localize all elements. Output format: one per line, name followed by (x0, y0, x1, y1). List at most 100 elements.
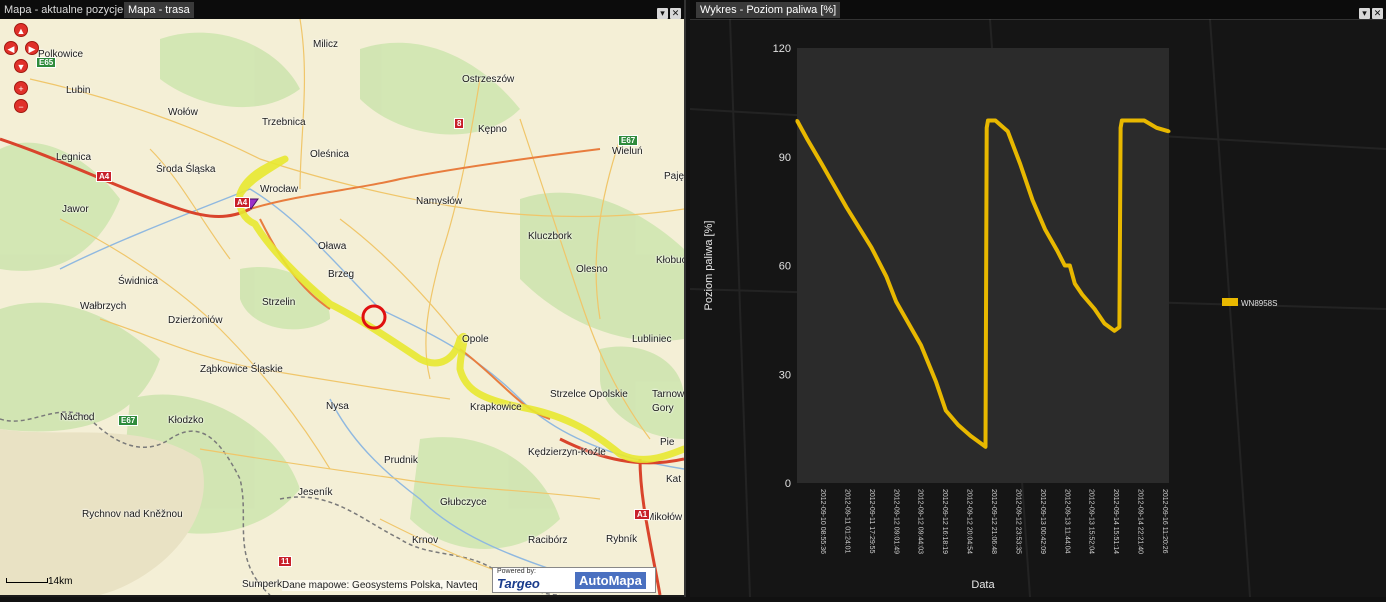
map-tabbar: Mapa - aktualne pozycje Mapa - trasa ▾ ✕ (0, 0, 684, 20)
city-label: Opole (462, 334, 489, 345)
data-point (986, 119, 990, 122)
minimize-icon[interactable]: ▾ (657, 8, 668, 19)
city-label: Dzierżoniów (168, 315, 223, 326)
city-label: Legnica (56, 152, 92, 163)
x-tick-label: 2012-09-11 01:24:01 (843, 489, 850, 554)
tab-current-positions[interactable]: Mapa - aktualne pozycje (0, 2, 127, 18)
city-label: Krnov (412, 535, 439, 546)
x-tick-label: 2012-09-12 09:44:03 (917, 489, 924, 554)
data-point (985, 126, 989, 130)
city-label: Wrocław (260, 184, 299, 195)
data-point (1112, 329, 1116, 333)
road-shield: E67 (618, 135, 639, 146)
chart-title-tab[interactable]: Wykres - Poziom paliwa [%] (696, 2, 841, 18)
y-tick-label: 120 (773, 43, 791, 55)
y-tick-label: 30 (779, 369, 791, 381)
city-label: Kłodzko (168, 415, 204, 426)
data-point (795, 119, 799, 122)
city-label: Racibórz (528, 535, 568, 546)
road-shield: A1 (634, 509, 651, 520)
road-shield: 8 (454, 118, 465, 129)
data-point (894, 300, 898, 304)
chart-panel: Wykres - Poziom paliwa [%] ▾ ✕ 0 30 60 90 120… (689, 0, 1386, 598)
zoom-out-button[interactable]: − (14, 99, 28, 113)
city-label: Oleśnica (310, 149, 349, 160)
data-point (884, 274, 888, 278)
map-brand-logo[interactable]: Powered by: Targeo AutoMapa (492, 567, 656, 593)
city-label: Namysłów (416, 196, 463, 207)
data-point (1119, 126, 1123, 130)
city-label: Prudnik (384, 455, 418, 466)
powered-by-label: Powered by: (497, 568, 536, 575)
y-tick-label: 90 (779, 152, 791, 164)
city-label: Brzeg (328, 269, 355, 280)
data-point (1130, 119, 1134, 122)
x-tick-label: 2012-09-12 09:01:49 (892, 489, 899, 554)
y-axis-title: Poziom paliwa [%] (703, 221, 715, 311)
legend-label: WN8958S (1241, 299, 1277, 308)
x-tick-label: 2012-09-12 16:18:19 (941, 489, 948, 554)
data-point (1043, 227, 1047, 231)
chart-svg: 0 30 60 90 120 2012-09-10 08:55:36 2012-09-11 … (689, 18, 1386, 598)
x-tick-label: 2012-09-16 11:20:26 (1161, 489, 1168, 554)
tab-route[interactable]: Mapa - trasa (124, 2, 194, 18)
data-point (969, 434, 973, 438)
x-tick-label: 2012-09-14 15:51:14 (1112, 489, 1119, 554)
data-point (1093, 307, 1097, 311)
data-point (1103, 322, 1107, 325)
minimize-icon[interactable]: ▾ (1359, 8, 1370, 19)
y-tick-label: 0 (785, 478, 791, 490)
data-point (869, 245, 873, 249)
city-label: Pie (660, 437, 675, 448)
road-shield: A4 (96, 171, 113, 182)
close-icon[interactable]: ✕ (1372, 8, 1383, 19)
targeo-logo: Targeo (497, 576, 540, 591)
city-label: Milicz (313, 39, 338, 50)
data-point (1018, 162, 1022, 166)
data-point (919, 343, 923, 347)
city-label: Krapkowice (470, 402, 522, 413)
data-point (983, 445, 987, 449)
pan-up-button[interactable]: ▲ (14, 23, 28, 37)
city-label: Świdnica (118, 276, 159, 287)
pan-down-button[interactable]: ▼ (14, 59, 28, 73)
road-shield: E67 (118, 415, 139, 426)
city-label: Jeseník (298, 487, 333, 498)
city-label: Rychnov nad Kněžnou (82, 509, 183, 520)
pan-right-button[interactable]: ▶ (25, 41, 39, 55)
city-label: Jawor (62, 204, 89, 215)
x-axis-title: Data (971, 579, 995, 591)
x-tick-label: 2012-09-12 21:06:48 (990, 489, 997, 554)
background-street (729, 18, 751, 598)
data-point (1073, 282, 1077, 286)
city-label: Środa Śląska (156, 164, 216, 175)
city-label: Pajęczno (664, 171, 684, 182)
city-label: Rybník (606, 534, 638, 545)
data-point (1068, 264, 1072, 267)
close-icon[interactable]: ✕ (670, 8, 681, 19)
data-point (1167, 129, 1171, 133)
city-label: Olesno (576, 264, 608, 275)
city-label: Wałbrzych (80, 301, 127, 312)
data-point (820, 162, 824, 166)
data-point (1142, 119, 1146, 122)
city-label: Kłobuck (656, 255, 684, 266)
data-point (1055, 249, 1059, 253)
x-tick-label: 2012-09-12 23:53:35 (1014, 489, 1021, 554)
pan-left-button[interactable]: ◀ (4, 41, 18, 55)
data-point (1063, 264, 1067, 267)
background-street (1209, 18, 1251, 598)
city-label: Náchod (60, 412, 95, 423)
data-point (1031, 198, 1035, 202)
zoom-in-button[interactable]: + (14, 81, 28, 95)
city-label: Strzelin (262, 297, 296, 308)
x-tick-label: 2012-09-13 00:42:09 (1039, 489, 1046, 554)
data-point (993, 119, 997, 122)
x-tick-label: 2012-09-11 17:29:55 (868, 489, 875, 554)
city-label: Mikołów (646, 512, 683, 523)
city-label: Trzebnica (262, 117, 306, 128)
map-panel: Mapa - aktualne pozycje Mapa - trasa ▾✕ (0, 0, 686, 597)
city-label: Wieluń (612, 146, 643, 157)
route-map[interactable]: Milicz Ostrzeszów Wołów Trzebnica Oleśnica Kę… (0, 19, 684, 595)
city-label: Kępno (478, 124, 507, 135)
